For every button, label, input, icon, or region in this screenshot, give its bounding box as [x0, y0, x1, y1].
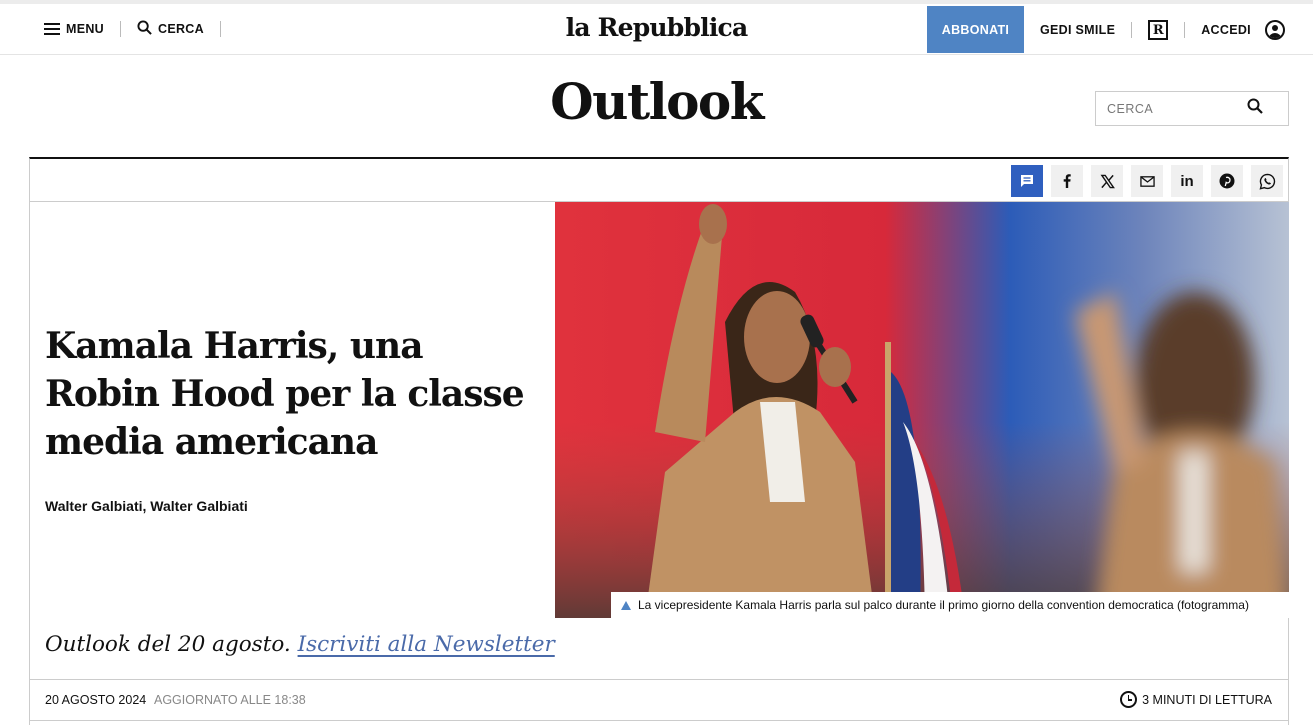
share-bar: in: [30, 159, 1288, 202]
reading-time: 3 MINUTI DI LETTURA: [1120, 691, 1272, 708]
user-icon: [1264, 20, 1285, 40]
pinterest-icon[interactable]: [1211, 165, 1243, 197]
reading-time-label: 3 MINUTI DI LETTURA: [1142, 692, 1272, 707]
article-summary: Outlook del 20 agosto. Iscriviti alla Ne…: [45, 632, 555, 657]
article-frame: in Kamala Harris, una Robin Hood per la …: [29, 157, 1289, 725]
linkedin-icon[interactable]: in: [1171, 165, 1203, 197]
photo-caption: La vicepresidente Kamala Harris parla su…: [611, 592, 1289, 618]
repubblica-r-icon[interactable]: R: [1148, 20, 1169, 40]
nav-divider: [1131, 22, 1133, 38]
article-photo[interactable]: [555, 202, 1289, 618]
summary-text: Outlook del 20 agosto.: [45, 632, 291, 657]
email-icon[interactable]: [1131, 165, 1163, 197]
clock-icon: [1120, 691, 1138, 708]
caption-text: La vicepresidente Kamala Harris parla su…: [638, 598, 1249, 612]
section-search-input[interactable]: [1107, 101, 1247, 116]
publish-date: 20 AGOSTO 2024: [45, 693, 147, 707]
login-label: ACCEDI: [1201, 23, 1251, 37]
nav-right-group: GEDI SMILE R ACCEDI: [1040, 19, 1285, 41]
top-navbar: MENU CERCA la Repubblica ABBONATI GEDI S…: [0, 0, 1313, 55]
search-icon[interactable]: [1247, 98, 1263, 119]
whatsapp-icon[interactable]: [1251, 165, 1283, 197]
share-icons: in: [1011, 165, 1283, 197]
facebook-icon[interactable]: [1051, 165, 1083, 197]
x-icon[interactable]: [1091, 165, 1123, 197]
article-meta: 20 AGOSTO 2024 AGGIORNATO ALLE 18:38 3 M…: [30, 679, 1288, 721]
article-authors[interactable]: Walter Galbiati, Walter Galbiati: [45, 498, 248, 514]
newsletter-link[interactable]: Iscriviti alla Newsletter: [298, 632, 555, 657]
subscribe-button[interactable]: ABBONATI: [927, 6, 1024, 53]
article-headline[interactable]: Kamala Harris, una Robin Hood per la cla…: [45, 322, 525, 466]
updated-time: AGGIORNATO ALLE 18:38: [154, 693, 306, 707]
gedi-smile-link[interactable]: GEDI SMILE: [1040, 23, 1115, 37]
login-button[interactable]: ACCEDI: [1201, 20, 1285, 40]
section-search-box: [1095, 91, 1289, 126]
comment-icon[interactable]: [1011, 165, 1043, 197]
nav-divider: [1184, 22, 1186, 38]
caption-triangle-icon: [621, 600, 631, 610]
